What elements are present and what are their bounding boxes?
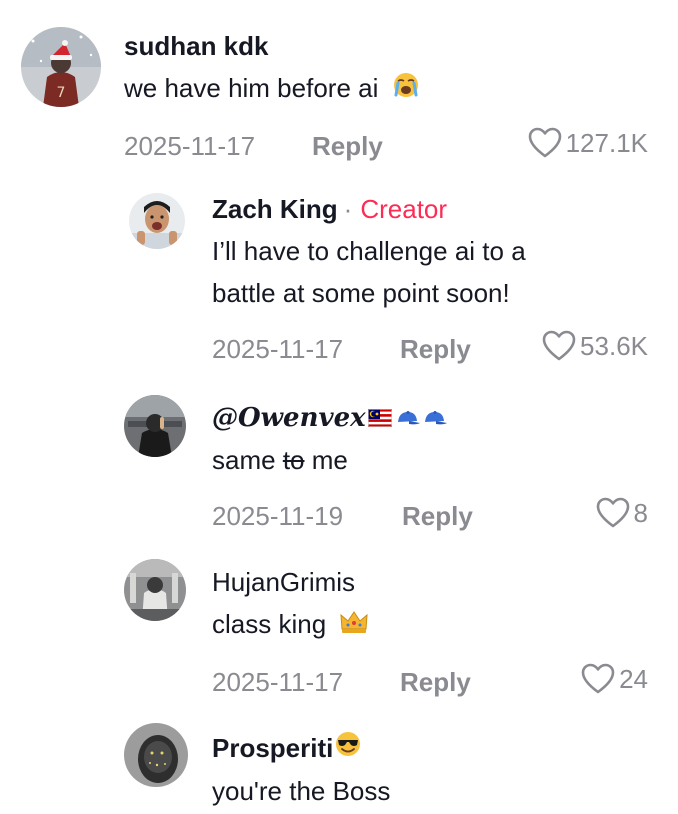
comment-text-c: me	[304, 445, 348, 475]
like-count: 8	[633, 497, 648, 528]
avatar[interactable]	[124, 559, 186, 621]
svg-text:7: 7	[57, 85, 66, 101]
comment-text-content: we have him before ai	[124, 73, 379, 103]
heart-icon	[528, 127, 561, 158]
creator-badge: Creator	[360, 194, 448, 224]
comment-meta: 2025-11-19 Reply 8	[212, 497, 648, 537]
blue-cap-icon	[422, 402, 448, 434]
avatar[interactable]	[124, 395, 186, 457]
smiling-face-with-sunglasses-icon	[334, 730, 362, 765]
comment-text: same to me	[212, 439, 648, 481]
malaysia-flag-icon	[367, 402, 392, 434]
reply-button[interactable]: Reply	[400, 667, 471, 698]
comment-meta: 2025-11-17 Reply 24	[212, 663, 648, 703]
username[interactable]: Prosperiti	[212, 730, 648, 765]
heart-icon	[542, 330, 576, 361]
loudly-crying-face-icon	[392, 69, 420, 111]
username[interactable]: Zach King · Creator	[212, 193, 648, 225]
like-count: 24	[619, 663, 648, 694]
reply-button[interactable]: Reply	[400, 334, 471, 365]
comment-meta: 2025-11-17 Reply 127.1K	[124, 127, 648, 167]
username-text[interactable]: sudhan kdk	[124, 30, 268, 62]
comment-date: 2025-11-17	[124, 131, 256, 162]
comment-text: you're the Boss	[212, 776, 391, 806]
reply-button[interactable]: Reply	[312, 131, 383, 162]
avatar[interactable]	[129, 193, 185, 249]
like-count: 53.6K	[580, 330, 648, 361]
blue-cap-icon	[395, 402, 421, 434]
like-button[interactable]: 24	[581, 663, 648, 695]
comment-text: we have him before ai	[124, 67, 648, 111]
heart-icon	[596, 497, 629, 528]
username-text[interactable]: HujanGrimis	[212, 566, 355, 598]
reply-button[interactable]: Reply	[402, 501, 473, 532]
username-text[interactable]: Zach King	[212, 193, 338, 225]
username[interactable]: sudhan kdk	[124, 30, 648, 62]
avatar[interactable]	[124, 723, 188, 787]
comment-text: class king	[212, 603, 648, 647]
comment-text-content: class king	[212, 609, 327, 639]
username-text[interactable]: @𝑶𝒘𝒆𝒏𝒗𝒆𝒙	[212, 402, 366, 434]
username[interactable]: @𝑶𝒘𝒆𝒏𝒗𝒆𝒙	[212, 402, 648, 434]
heart-icon	[581, 663, 615, 694]
username[interactable]: HujanGrimis	[212, 566, 648, 598]
comment-date: 2025-11-19	[212, 501, 344, 531]
comment-date: 2025-11-17	[212, 667, 344, 698]
username-text[interactable]: Prosperiti	[212, 732, 333, 764]
like-count: 127.1K	[565, 127, 648, 158]
comment-text-a: same	[212, 445, 283, 475]
like-button[interactable]: 127.1K	[528, 127, 648, 159]
like-button[interactable]: 53.6K	[542, 330, 648, 362]
avatar[interactable]: 7	[21, 27, 101, 107]
comment-meta: 2025-11-17 Reply 53.6K	[212, 330, 648, 370]
crown-icon	[339, 605, 369, 647]
comment-text: I’ll have to challenge ai to a battle at…	[212, 236, 526, 308]
comment-text-strike: to	[282, 445, 305, 475]
comment-date: 2025-11-17	[212, 334, 344, 364]
creator-separator: ·	[343, 194, 353, 224]
like-button[interactable]: 8	[596, 497, 648, 529]
